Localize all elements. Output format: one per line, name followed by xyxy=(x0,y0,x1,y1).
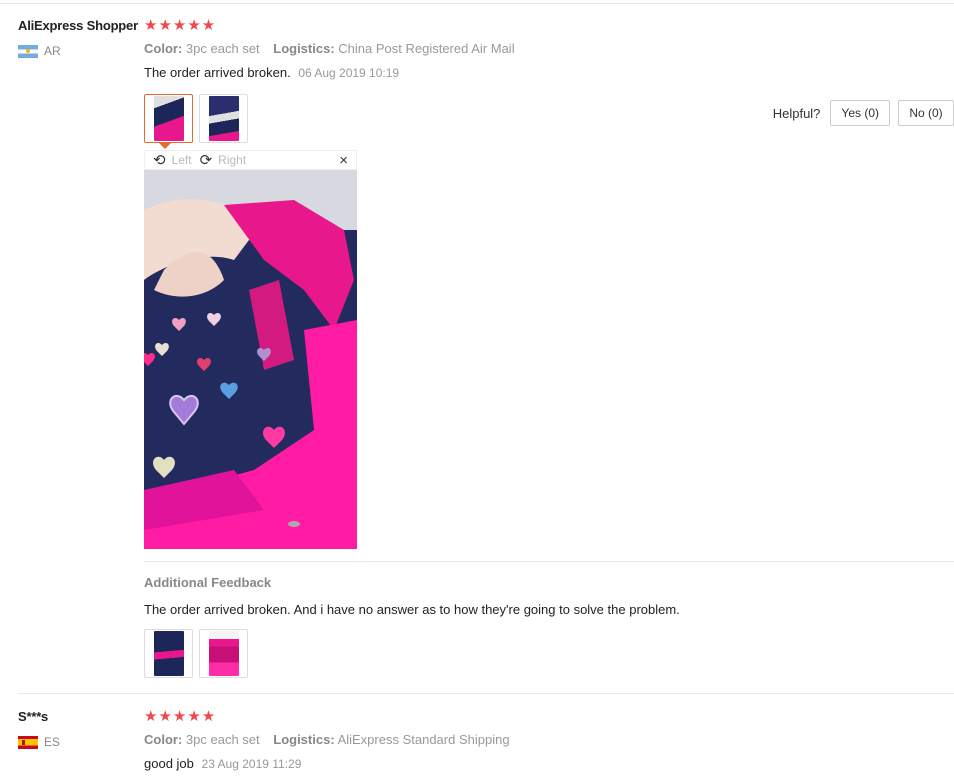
rotate-right-label: Right xyxy=(218,153,247,167)
star-rating: ★★★★★ xyxy=(144,17,217,34)
photo-thumbnail[interactable] xyxy=(144,629,193,678)
close-icon[interactable]: × xyxy=(339,152,348,169)
reviewer-name: S***s xyxy=(18,709,49,724)
photo-image xyxy=(208,631,239,676)
photo-image xyxy=(208,96,239,141)
argentina-flag-icon xyxy=(18,44,38,58)
logistics-value: China Post Registered Air Mail xyxy=(338,41,515,56)
review-content: ★★★★★ Color: 3pc each set Logistics: Chi… xyxy=(144,15,954,678)
reviewer-country: AR xyxy=(18,42,142,60)
feedback-date: 23 Aug 2019 11:29 xyxy=(201,757,302,771)
review-photos xyxy=(144,94,248,143)
review-divider xyxy=(18,693,954,694)
rotate-right-button[interactable]: ⟳ Right xyxy=(200,153,247,168)
reviewer-name: AliExpress Shopper xyxy=(18,18,138,33)
feedback-text: The order arrived broken. xyxy=(144,65,291,80)
logistics-label: Logistics: xyxy=(273,41,335,56)
photo-image xyxy=(153,631,184,676)
feedback-text: good job xyxy=(144,756,194,771)
helpful-label: Helpful? xyxy=(772,105,821,121)
order-attributes: Color: 3pc each set Logistics: China Pos… xyxy=(144,40,954,58)
additional-photos xyxy=(144,629,248,678)
color-label: Color: xyxy=(144,732,183,747)
color-label: Color: xyxy=(144,41,183,56)
rotate-left-icon: ⟲ xyxy=(153,151,166,169)
reviewer-country: ES xyxy=(18,733,142,751)
photo-image xyxy=(153,96,184,141)
rotate-left-button[interactable]: ⟲ Left xyxy=(153,153,192,168)
star-rating: ★★★★★ xyxy=(144,708,217,725)
feedback-line: The order arrived broken. 06 Aug 2019 10… xyxy=(144,64,954,82)
helpful-yes-button[interactable]: Yes (0) xyxy=(830,100,890,126)
additional-feedback-title: Additional Feedback xyxy=(144,575,272,590)
rotate-left-label: Left xyxy=(171,153,192,167)
country-code: ES xyxy=(44,735,61,749)
helpful-no-button[interactable]: No (0) xyxy=(898,100,954,126)
feedback-line: good job 23 Aug 2019 11:29 xyxy=(144,755,954,773)
photo-thumbnail[interactable] xyxy=(144,94,193,143)
helpful-vote: Helpful? Yes (0) No (0) xyxy=(773,100,954,126)
photo-thumbnail[interactable] xyxy=(199,94,248,143)
section-divider xyxy=(144,561,954,562)
photo-viewer-toolbar: ⟲ Left ⟳ Right × xyxy=(144,150,357,170)
reviewer-info: AliExpress Shopper AR xyxy=(18,15,142,60)
additional-feedback-text: The order arrived broken. And i have no … xyxy=(144,602,680,617)
logistics-value: AliExpress Standard Shipping xyxy=(337,732,510,747)
photo-illustration xyxy=(144,170,357,549)
viewer-pointer xyxy=(159,143,171,149)
color-value: 3pc each set xyxy=(185,41,260,56)
logistics-label: Logistics: xyxy=(273,732,335,747)
spain-flag-icon xyxy=(18,735,38,749)
reviewer-info: S***s ES xyxy=(18,706,142,751)
order-attributes: Color: 3pc each set Logistics: AliExpres… xyxy=(144,731,954,749)
country-code: AR xyxy=(44,44,61,58)
feedback-date: 06 Aug 2019 10:19 xyxy=(298,66,400,80)
photo-thumbnail[interactable] xyxy=(199,629,248,678)
review-content: ★★★★★ Color: 3pc each set Logistics: Ali… xyxy=(144,706,954,773)
color-value: 3pc each set xyxy=(185,732,260,747)
rotate-right-icon: ⟳ xyxy=(199,151,213,169)
top-divider xyxy=(0,3,954,4)
photo-viewer-image xyxy=(144,170,357,549)
